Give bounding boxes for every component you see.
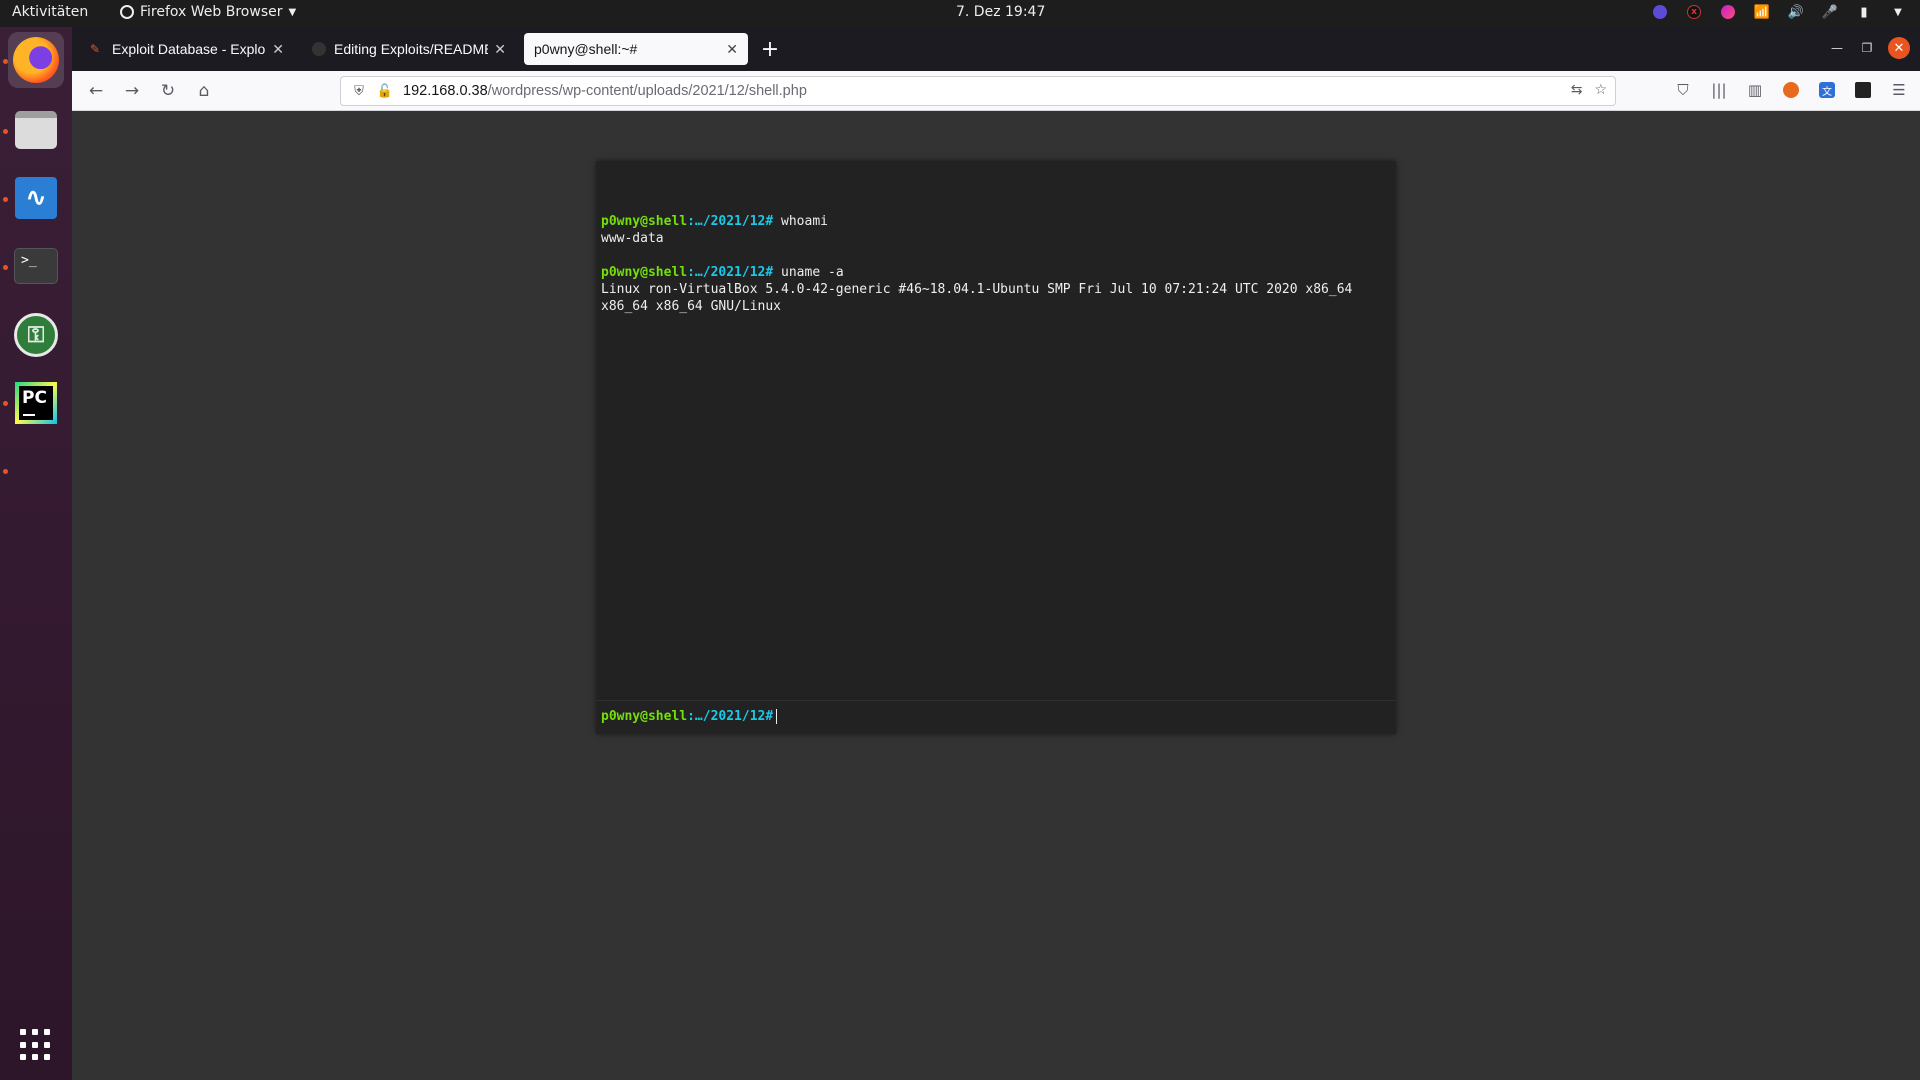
shell-input-line[interactable]: p0wny@shell:…/2021/12#: [596, 700, 1396, 734]
app-menu-label: Firefox Web Browser: [140, 4, 283, 20]
bookmark-star-icon[interactable]: ☆: [1594, 82, 1607, 98]
prompt-path: :…/2021/12: [687, 265, 766, 280]
prompt-path: :…/2021/12: [687, 214, 766, 229]
terminal-icon: >_: [14, 248, 58, 284]
shell-command: whoami: [781, 214, 828, 229]
home-button[interactable]: ⌂: [192, 79, 216, 103]
files-icon: [15, 111, 57, 149]
navigation-toolbar: ← → ↻ ⌂ ⛨ 🔓 192.168.0.38/wordpress/wp-co…: [72, 71, 1920, 111]
pycharm-icon: PC: [15, 382, 57, 424]
tracking-protection-icon[interactable]: ⛨: [351, 83, 367, 99]
shell-command: uname -a: [781, 265, 844, 280]
prompt-user: p0wny@shell: [601, 265, 688, 280]
shell-history-entry: p0wny@shell:…/2021/12# uname -a Linux ro…: [601, 264, 1391, 315]
shell-command-output: www-data: [601, 231, 664, 246]
forward-button[interactable]: →: [120, 79, 144, 103]
tab-bar: ✎ Exploit Database - Exploi ✕ Editing Ex…: [72, 27, 1920, 71]
app-menu[interactable]: Firefox Web Browser ▼: [120, 4, 296, 20]
dock-keepassxc[interactable]: ⚿: [8, 307, 64, 363]
extension-translate-icon[interactable]: 文: [1816, 79, 1838, 101]
firefox-icon: [13, 37, 59, 83]
hamburger-menu-icon[interactable]: ☰: [1888, 79, 1910, 101]
prompt-hash: #: [765, 265, 774, 280]
github-icon: [312, 42, 326, 56]
close-window-button[interactable]: ✕: [1888, 37, 1910, 59]
tab-p0wny-shell[interactable]: p0wny@shell:~# ✕: [524, 33, 748, 65]
prompt-hash: #: [765, 709, 774, 724]
close-tab-icon[interactable]: ✕: [494, 41, 506, 58]
shell-command-output: Linux ron-VirtualBox 5.4.0-42-generic #4…: [601, 282, 1361, 314]
translate-icon[interactable]: ⇆: [1571, 82, 1583, 98]
gnome-top-bar: Aktivitäten Firefox Web Browser ▼ 7. Dez…: [0, 0, 1920, 27]
url-text[interactable]: 192.168.0.38/wordpress/wp-content/upload…: [403, 83, 807, 99]
prompt-user: p0wny@shell: [601, 214, 688, 229]
pocket-icon[interactable]: ⛉: [1672, 79, 1694, 101]
system-tray: x 📶 🔊 🎤 ▮ ▼: [1652, 4, 1906, 20]
dock-pycharm[interactable]: PC: [8, 375, 64, 431]
firefox-small-icon: [120, 5, 134, 19]
microphone-icon[interactable]: 🎤: [1822, 4, 1838, 20]
exploit-db-icon: ✎: [90, 42, 101, 56]
ubuntu-dock: ∿ >_ ⚿ PC: [0, 27, 72, 1080]
close-tab-icon[interactable]: ✕: [272, 41, 284, 58]
teams-icon[interactable]: [1652, 4, 1668, 20]
network-icon[interactable]: 📶: [1754, 4, 1770, 20]
close-tab-icon[interactable]: ✕: [726, 41, 738, 58]
xampp-icon[interactable]: x: [1686, 4, 1702, 20]
tab-label: p0wny@shell:~#: [534, 41, 638, 57]
show-applications-icon[interactable]: [20, 1029, 52, 1061]
extension-orange-icon[interactable]: [1780, 79, 1802, 101]
running-indicator: [3, 469, 8, 474]
toolbar-right: ⛉ ||| ▥ 文 ☰: [1672, 79, 1910, 101]
tab-label: Exploit Database - Exploi: [112, 41, 267, 57]
prompt-user: p0wny@shell: [601, 709, 688, 724]
volume-icon[interactable]: 🔊: [1788, 4, 1804, 20]
page-content: p0wny@shell:…/2021/12# whoami www-data p…: [72, 111, 1920, 1080]
url-path: /wordpress/wp-content/uploads/2021/12/sh…: [487, 83, 807, 99]
dock-system-monitor[interactable]: ∿: [8, 170, 64, 226]
caret-down-icon: ▼: [288, 6, 297, 18]
dock-files[interactable]: [8, 102, 64, 158]
url-bar[interactable]: ⛨ 🔓 192.168.0.38/wordpress/wp-content/up…: [340, 76, 1616, 106]
library-icon[interactable]: |||: [1708, 79, 1730, 101]
url-host: 192.168.0.38: [403, 83, 488, 99]
sidebar-icon[interactable]: ▥: [1744, 79, 1766, 101]
battery-icon[interactable]: ▮: [1856, 4, 1872, 20]
tab-exploit-database[interactable]: ✎ Exploit Database - Exploi ✕: [80, 33, 294, 65]
extension-dark-icon[interactable]: [1852, 79, 1874, 101]
dock-firefox[interactable]: [8, 32, 64, 88]
tab-editing-exploits[interactable]: Editing Exploits/README ✕: [302, 33, 516, 65]
system-monitor-icon: ∿: [15, 177, 57, 219]
back-button[interactable]: ←: [84, 79, 108, 103]
keepassxc-icon: ⚿: [14, 313, 58, 357]
prompt-hash: #: [765, 214, 774, 229]
prompt-path: :…/2021/12: [687, 709, 766, 724]
firefox-tray-icon[interactable]: [1720, 4, 1736, 20]
activities-button[interactable]: Aktivitäten: [12, 4, 88, 20]
clock[interactable]: 7. Dez 19:47: [956, 4, 1045, 20]
shell-history-entry: p0wny@shell:…/2021/12# whoami www-data: [601, 213, 1391, 247]
new-tab-button[interactable]: +: [756, 35, 784, 63]
text-cursor: [776, 709, 778, 724]
maximize-button[interactable]: ❐: [1856, 37, 1878, 59]
insecure-lock-icon[interactable]: 🔓: [377, 83, 393, 99]
tab-label: Editing Exploits/README: [334, 41, 489, 57]
dock-terminal[interactable]: >_: [8, 238, 64, 294]
system-menu-caret-icon[interactable]: ▼: [1890, 4, 1906, 20]
firefox-window: ✎ Exploit Database - Exploi ✕ Editing Ex…: [72, 27, 1920, 1080]
reload-button[interactable]: ↻: [156, 79, 180, 103]
p0wny-shell: p0wny@shell:…/2021/12# whoami www-data p…: [596, 161, 1396, 734]
minimize-button[interactable]: —: [1826, 37, 1848, 59]
shell-output: p0wny@shell:…/2021/12# whoami www-data p…: [601, 213, 1391, 693]
